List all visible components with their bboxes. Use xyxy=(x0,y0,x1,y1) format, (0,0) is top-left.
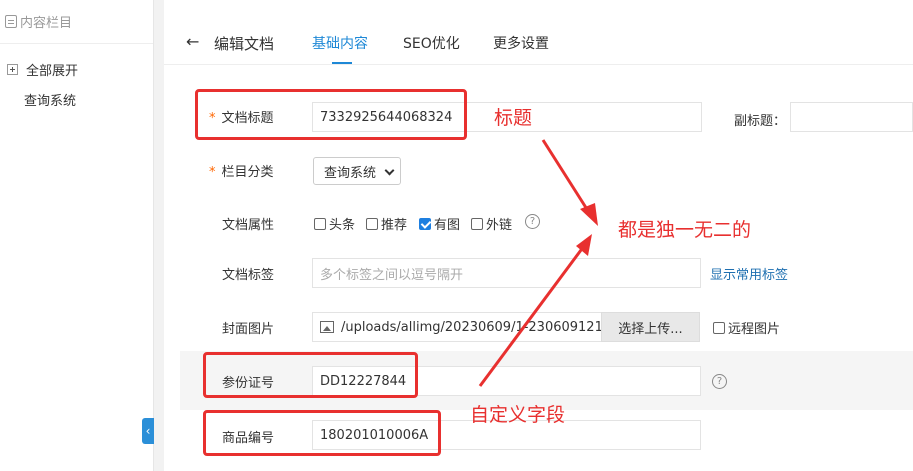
active-tab-indicator xyxy=(332,62,352,64)
tab-seo[interactable]: SEO优化 xyxy=(403,33,460,53)
checkbox-has-image[interactable]: 有图 xyxy=(419,214,460,233)
main-panel: ← 编辑文档 基础内容 SEO优化 更多设置 * 文档标题 73329256440… xyxy=(164,0,913,471)
page: 内容栏目 全部展开 查询系统 ‹ ← 编辑文档 基础内容 SEO优化 更多设置 … xyxy=(0,0,913,471)
attributes-label: 文档属性 xyxy=(222,218,275,233)
checkbox-recommend[interactable]: 推荐 xyxy=(366,214,407,233)
image-icon xyxy=(320,321,334,333)
subtitle-label: 副标题： xyxy=(734,114,787,129)
product-label: 商品编号 xyxy=(222,431,275,446)
sidebar-collapse-button[interactable]: ‹ xyxy=(142,418,154,444)
help-icon[interactable]: ? xyxy=(525,214,540,229)
category-select-value: 查询系统 xyxy=(324,165,377,181)
sidebar-item-label: 查询系统 xyxy=(24,93,77,109)
checkbox-box xyxy=(713,321,725,334)
required-marker: * xyxy=(209,111,216,126)
checkbox-box-checked xyxy=(419,217,431,230)
upload-button[interactable]: 选择上传... xyxy=(601,312,700,342)
page-title: 编辑文档 xyxy=(214,35,275,53)
cover-path-value: /uploads/allimg/20230609/1-2306091219 xyxy=(341,319,602,335)
sidebar-header: 内容栏目 xyxy=(0,0,153,44)
sidebar-item-expand-all[interactable]: 全部展开 xyxy=(0,54,153,84)
category-select[interactable]: 查询系统 xyxy=(313,157,401,185)
title-label: * 文档标题 xyxy=(209,111,274,126)
top-bar: ← 编辑文档 基础内容 SEO优化 更多设置 xyxy=(164,0,913,65)
category-label: * 栏目分类 xyxy=(209,165,274,180)
title-input[interactable]: 7332925644068324 xyxy=(312,102,702,132)
sidebar-item-label: 全部展开 xyxy=(26,63,79,79)
tags-input[interactable]: 多个标签之间以逗号隔开 xyxy=(312,258,701,288)
required-marker: * xyxy=(209,165,216,180)
product-input[interactable]: 180201010006A xyxy=(312,420,701,450)
cover-path-input[interactable]: /uploads/allimg/20230609/1-2306091219 xyxy=(312,312,602,342)
tab-basic-content[interactable]: 基础内容 xyxy=(312,33,368,53)
checkbox-box xyxy=(366,217,378,230)
sidebar-header-label: 内容栏目 xyxy=(20,16,73,31)
plus-icon xyxy=(7,63,18,75)
checkbox-remote-image[interactable]: 远程图片 xyxy=(713,318,780,337)
cover-label: 封面图片 xyxy=(222,322,275,337)
sidebar-item-query-system[interactable]: 查询系统 xyxy=(0,84,153,114)
checkbox-box xyxy=(314,217,326,230)
document-icon xyxy=(5,15,17,28)
cert-input[interactable]: DD12227844 xyxy=(312,366,701,396)
back-arrow-icon[interactable]: ← xyxy=(186,32,199,51)
checkbox-headline[interactable]: 头条 xyxy=(314,214,355,233)
tab-more-settings[interactable]: 更多设置 xyxy=(493,33,549,53)
chevron-down-icon xyxy=(384,165,395,176)
sidebar: 内容栏目 全部展开 查询系统 xyxy=(0,0,154,471)
tags-label: 文档标签 xyxy=(222,268,275,283)
show-common-tags-link[interactable]: 显示常用标签 xyxy=(710,264,788,283)
subtitle-input[interactable] xyxy=(790,102,913,132)
cert-label: 参份证号 xyxy=(222,376,275,391)
chevron-left-icon: ‹ xyxy=(145,424,151,438)
checkbox-external-link[interactable]: 外链 xyxy=(471,214,512,233)
checkbox-box xyxy=(471,217,483,230)
help-icon[interactable]: ? xyxy=(712,374,727,389)
